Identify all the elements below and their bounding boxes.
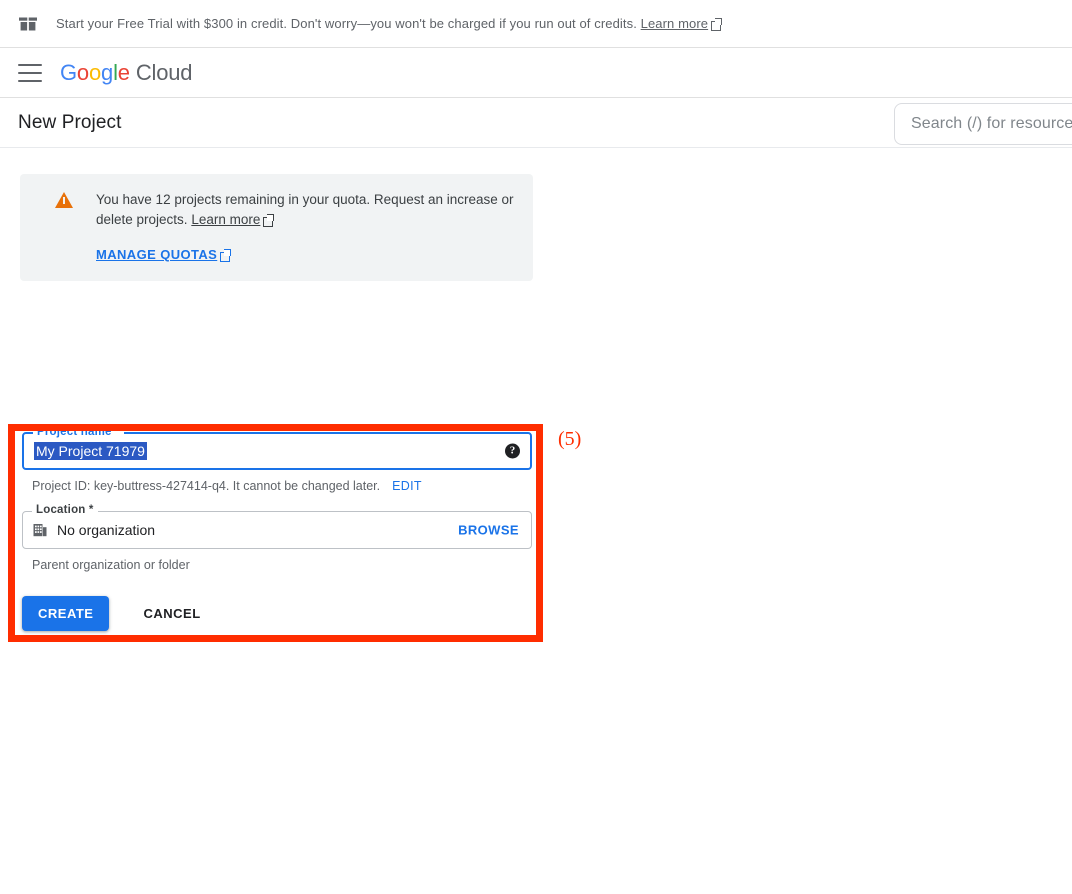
- free-trial-learn-more-link[interactable]: Learn more: [641, 16, 708, 31]
- logo-letter-o1: o: [76, 59, 89, 85]
- project-name-value[interactable]: My Project 71979: [34, 442, 147, 460]
- hamburger-menu-icon[interactable]: [18, 63, 42, 82]
- free-trial-banner: Start your Free Trial with $300 in credi…: [0, 0, 1072, 48]
- logo-word-cloud: Cloud: [135, 59, 193, 85]
- hamburger-line: [18, 71, 42, 74]
- location-value-row: No organization: [33, 522, 155, 538]
- project-name-label: Project name *: [33, 426, 124, 438]
- logo-letter-g2: g: [101, 59, 114, 85]
- project-name-field[interactable]: Project name * My Project 71979 ?: [22, 426, 532, 470]
- project-id-text: Project ID: key-buttress-427414-q4. It c…: [32, 479, 381, 493]
- google-cloud-logo[interactable]: Google Cloud: [60, 60, 192, 86]
- hamburger-line: [18, 79, 42, 82]
- logo-letter-e: e: [117, 59, 130, 85]
- annotation-step-marker: (5): [558, 428, 582, 450]
- create-button[interactable]: CREATE: [22, 596, 110, 631]
- top-app-bar: GoogleCloud Search (/) for resources, do…: [0, 48, 1072, 145]
- search-input[interactable]: Search (/) for resources, docs, products…: [894, 103, 1072, 145]
- project-id-helper: Project ID: key-buttress-427414-q4. It c…: [22, 479, 532, 493]
- hamburger-line: [18, 63, 42, 66]
- page-title: New Project: [18, 111, 122, 133]
- quota-notice-message: You have 12 projects remaining in your q…: [96, 192, 514, 227]
- free-trial-message-text: Start your Free Trial with $300 in credi…: [56, 16, 641, 31]
- location-field[interactable]: Location * No organization BROWSE: [22, 504, 532, 549]
- location-helper-text: Parent organization or folder: [32, 558, 190, 572]
- new-project-form: Project name * My Project 71979 ? Projec…: [22, 426, 532, 631]
- external-link-icon: [263, 214, 275, 227]
- manage-quotas-link[interactable]: MANAGE QUOTAS: [96, 245, 217, 265]
- location-label: Location *: [32, 504, 98, 516]
- warning-triangle-icon: [55, 192, 73, 208]
- logo-letter-g: G: [60, 59, 77, 85]
- external-link-icon: [220, 249, 232, 262]
- edit-project-id-button[interactable]: EDIT: [392, 479, 422, 493]
- browse-location-button[interactable]: BROWSE: [458, 523, 519, 538]
- cancel-button[interactable]: CANCEL: [129, 596, 214, 631]
- location-value: No organization: [57, 522, 156, 538]
- quota-notice-body: You have 12 projects remaining in your q…: [96, 190, 519, 265]
- help-icon[interactable]: ?: [505, 443, 520, 459]
- quota-learn-more-link[interactable]: Learn more: [191, 212, 260, 227]
- logo-letter-o2: o: [88, 59, 102, 85]
- gift-icon: [18, 14, 38, 34]
- quota-notice-card: You have 12 projects remaining in your q…: [20, 174, 533, 281]
- search-placeholder: Search (/) for resources, docs, products…: [911, 115, 1072, 132]
- form-actions: CREATE CANCEL: [22, 596, 532, 631]
- free-trial-message: Start your Free Trial with $300 in credi…: [56, 16, 723, 31]
- organization-icon: [33, 523, 47, 537]
- external-link-icon: [711, 18, 723, 31]
